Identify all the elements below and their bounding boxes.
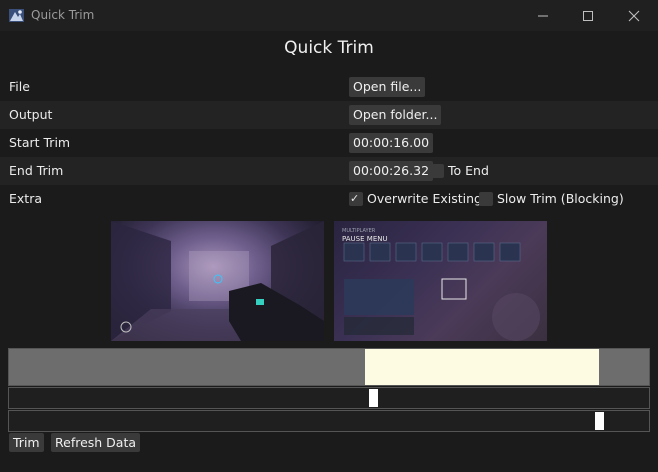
refresh-data-button[interactable]: Refresh Data: [51, 433, 141, 452]
file-row: File Open file...: [0, 73, 658, 101]
to-end-label: To End: [448, 163, 489, 178]
output-row: Output Open folder...: [0, 101, 658, 129]
end-trim-row: End Trim 00:00:26.32 To End: [0, 157, 658, 185]
slow-trim-checkbox[interactable]: [479, 192, 493, 206]
overwrite-existing-checkbox[interactable]: ✓: [349, 192, 363, 206]
start-trim-row: Start Trim 00:00:16.00: [0, 129, 658, 157]
open-folder-button[interactable]: Open folder...: [349, 105, 442, 125]
title-bar: Quick Trim: [0, 0, 658, 31]
extra-row: Extra ✓ Overwrite Existing Slow Trim (Bl…: [0, 185, 658, 213]
start-frame-preview: [111, 221, 324, 341]
trim-selection: [365, 349, 600, 385]
minimize-icon: [538, 15, 548, 16]
extra-label: Extra: [9, 191, 42, 206]
checkmark-icon: ✓: [350, 192, 360, 205]
start-slider-handle[interactable]: [369, 389, 379, 407]
minimize-button[interactable]: [520, 0, 566, 31]
open-file-button[interactable]: Open file...: [349, 77, 426, 97]
timeline-track[interactable]: [8, 348, 650, 386]
overwrite-existing-label: Overwrite Existing: [367, 191, 482, 206]
svg-text:MULTIPLAYER: MULTIPLAYER: [342, 228, 376, 234]
close-button[interactable]: [611, 0, 657, 31]
window-title: Quick Trim: [31, 8, 95, 22]
maximize-icon: [583, 10, 593, 21]
maximize-button[interactable]: [565, 0, 611, 31]
trim-button[interactable]: Trim: [9, 433, 44, 452]
end-trim-input[interactable]: 00:00:26.32: [349, 161, 434, 181]
close-icon: [628, 10, 640, 21]
to-end-checkbox[interactable]: [430, 164, 444, 178]
file-label: File: [9, 79, 30, 94]
slow-trim-label: Slow Trim (Blocking): [497, 191, 624, 206]
end-trim-label: End Trim: [9, 163, 64, 178]
svg-text:PAUSE MENU: PAUSE MENU: [342, 235, 388, 243]
start-trim-input[interactable]: 00:00:16.00: [349, 133, 434, 153]
output-label: Output: [9, 107, 53, 122]
start-slider[interactable]: [8, 387, 650, 409]
end-slider-handle[interactable]: [594, 412, 604, 430]
end-frame-preview: MULTIPLAYER PAUSE MENU: [334, 221, 547, 341]
app-heading: Quick Trim: [284, 38, 374, 58]
end-slider[interactable]: [8, 410, 650, 432]
app-icon: [9, 9, 24, 22]
start-trim-label: Start Trim: [9, 135, 71, 150]
